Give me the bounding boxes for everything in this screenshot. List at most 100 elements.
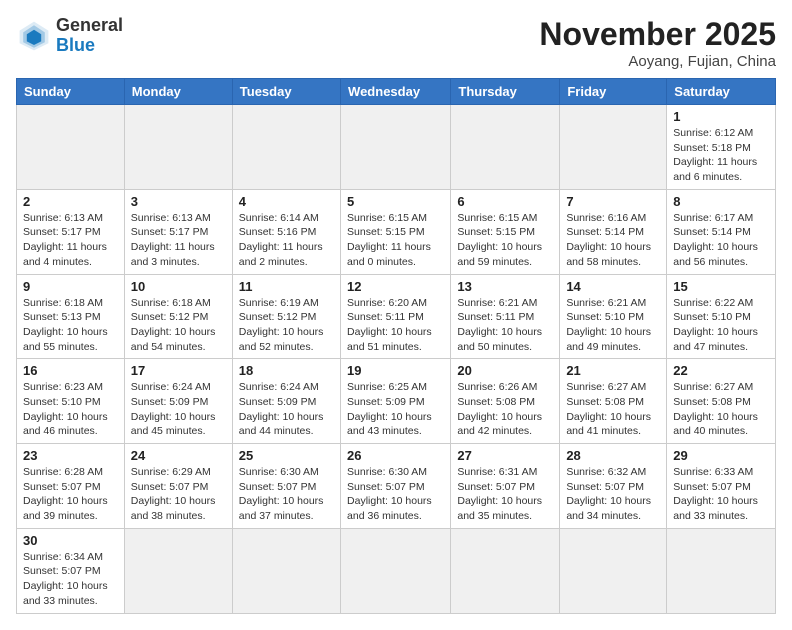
calendar-cell: 10 Sunrise: 6:18 AM Sunset: 5:12 PM Dayli… (124, 274, 232, 359)
calendar-cell: 5Sunrise: 6:15 AM Sunset: 5:15 PM Daylig… (341, 189, 451, 274)
calendar-table: SundayMondayTuesdayWednesdayThursdayFrid… (16, 78, 776, 614)
day-number: 20 (457, 363, 553, 378)
calendar-cell: 4 Sunrise: 6:14 AM Sunset: 5:16 PM Daylig… (232, 189, 340, 274)
day-number: 4 (239, 194, 334, 209)
title-block: November 2025 Aoyang, Fujian, China (539, 16, 776, 70)
calendar-cell: 19 Sunrise: 6:25 AM Sunset: 5:09 PM Dayli… (341, 359, 451, 444)
day-number: 17 (131, 363, 226, 378)
day-number: 26 (347, 448, 444, 463)
day-info: Sunrise: 6:28 AM Sunset: 5:07 PM Dayligh… (23, 465, 118, 524)
day-number: 11 (239, 279, 334, 294)
calendar-cell: 15Sunrise: 6:22 AM Sunset: 5:10 PM Dayli… (667, 274, 776, 359)
day-info: Sunrise: 6:26 AM Sunset: 5:08 PM Dayligh… (457, 380, 553, 439)
day-number: 30 (23, 533, 118, 548)
logo-text: General Blue (56, 16, 123, 56)
calendar-cell: 11 Sunrise: 6:19 AM Sunset: 5:12 PM Dayli… (232, 274, 340, 359)
calendar-cell: 17 Sunrise: 6:24 AM Sunset: 5:09 PM Dayli… (124, 359, 232, 444)
day-info: Sunrise: 6:27 AM Sunset: 5:08 PM Dayligh… (566, 380, 660, 439)
day-info: Sunrise: 6:24 AM Sunset: 5:09 PM Dayligh… (131, 380, 226, 439)
calendar-cell (232, 105, 340, 190)
day-number: 22 (673, 363, 769, 378)
month-title: November 2025 (539, 16, 776, 53)
calendar-cell (124, 105, 232, 190)
day-info: Sunrise: 6:14 AM Sunset: 5:16 PM Dayligh… (239, 211, 334, 270)
calendar-cell (341, 105, 451, 190)
day-info: Sunrise: 6:21 AM Sunset: 5:10 PM Dayligh… (566, 296, 660, 355)
day-info: Sunrise: 6:21 AM Sunset: 5:11 PM Dayligh… (457, 296, 553, 355)
day-info: Sunrise: 6:19 AM Sunset: 5:12 PM Dayligh… (239, 296, 334, 355)
day-info: Sunrise: 6:30 AM Sunset: 5:07 PM Dayligh… (239, 465, 334, 524)
day-number: 15 (673, 279, 769, 294)
day-info: Sunrise: 6:27 AM Sunset: 5:08 PM Dayligh… (673, 380, 769, 439)
calendar-cell: 27 Sunrise: 6:31 AM Sunset: 5:07 PM Dayli… (451, 444, 560, 529)
day-number: 18 (239, 363, 334, 378)
day-number: 5 (347, 194, 444, 209)
day-number: 29 (673, 448, 769, 463)
day-number: 2 (23, 194, 118, 209)
calendar-cell: 12 Sunrise: 6:20 AM Sunset: 5:11 PM Dayli… (341, 274, 451, 359)
day-info: Sunrise: 6:17 AM Sunset: 5:14 PM Dayligh… (673, 211, 769, 270)
day-info: Sunrise: 6:32 AM Sunset: 5:07 PM Dayligh… (566, 465, 660, 524)
day-number: 1 (673, 109, 769, 124)
day-info: Sunrise: 6:15 AM Sunset: 5:15 PM Dayligh… (457, 211, 553, 270)
calendar-cell (124, 528, 232, 613)
day-info: Sunrise: 6:29 AM Sunset: 5:07 PM Dayligh… (131, 465, 226, 524)
day-number: 16 (23, 363, 118, 378)
day-info: Sunrise: 6:25 AM Sunset: 5:09 PM Dayligh… (347, 380, 444, 439)
calendar-cell: 26Sunrise: 6:30 AM Sunset: 5:07 PM Dayli… (341, 444, 451, 529)
subtitle: Aoyang, Fujian, China (539, 53, 776, 70)
day-number: 21 (566, 363, 660, 378)
calendar-cell: 20 Sunrise: 6:26 AM Sunset: 5:08 PM Dayli… (451, 359, 560, 444)
day-info: Sunrise: 6:24 AM Sunset: 5:09 PM Dayligh… (239, 380, 334, 439)
day-number: 27 (457, 448, 553, 463)
calendar-cell: 3Sunrise: 6:13 AM Sunset: 5:17 PM Daylig… (124, 189, 232, 274)
day-number: 8 (673, 194, 769, 209)
calendar-cell: 18 Sunrise: 6:24 AM Sunset: 5:09 PM Dayli… (232, 359, 340, 444)
calendar-cell: 29 Sunrise: 6:33 AM Sunset: 5:07 PM Dayli… (667, 444, 776, 529)
calendar-cell (232, 528, 340, 613)
day-info: Sunrise: 6:16 AM Sunset: 5:14 PM Dayligh… (566, 211, 660, 270)
day-info: Sunrise: 6:31 AM Sunset: 5:07 PM Dayligh… (457, 465, 553, 524)
weekday-header: Thursday (451, 79, 560, 105)
logo-icon (16, 18, 52, 54)
day-number: 19 (347, 363, 444, 378)
calendar-cell: 28 Sunrise: 6:32 AM Sunset: 5:07 PM Dayli… (560, 444, 667, 529)
calendar-cell (451, 105, 560, 190)
calendar-cell: 22 Sunrise: 6:27 AM Sunset: 5:08 PM Dayli… (667, 359, 776, 444)
day-number: 12 (347, 279, 444, 294)
calendar-cell (560, 528, 667, 613)
page-header: General Blue November 2025 Aoyang, Fujia… (16, 16, 776, 70)
day-info: Sunrise: 6:33 AM Sunset: 5:07 PM Dayligh… (673, 465, 769, 524)
logo: General Blue (16, 16, 123, 56)
day-number: 23 (23, 448, 118, 463)
day-number: 7 (566, 194, 660, 209)
day-info: Sunrise: 6:20 AM Sunset: 5:11 PM Dayligh… (347, 296, 444, 355)
day-number: 6 (457, 194, 553, 209)
calendar-cell: 21 Sunrise: 6:27 AM Sunset: 5:08 PM Dayli… (560, 359, 667, 444)
day-number: 9 (23, 279, 118, 294)
day-info: Sunrise: 6:18 AM Sunset: 5:13 PM Dayligh… (23, 296, 118, 355)
calendar-cell: 7 Sunrise: 6:16 AM Sunset: 5:14 PM Daylig… (560, 189, 667, 274)
day-number: 24 (131, 448, 226, 463)
calendar-cell: 25 Sunrise: 6:30 AM Sunset: 5:07 PM Dayli… (232, 444, 340, 529)
day-number: 28 (566, 448, 660, 463)
day-number: 13 (457, 279, 553, 294)
calendar-cell: 13 Sunrise: 6:21 AM Sunset: 5:11 PM Dayli… (451, 274, 560, 359)
calendar-cell (560, 105, 667, 190)
weekday-header: Friday (560, 79, 667, 105)
day-number: 10 (131, 279, 226, 294)
day-info: Sunrise: 6:13 AM Sunset: 5:17 PM Dayligh… (23, 211, 118, 270)
weekday-header: Saturday (667, 79, 776, 105)
day-number: 14 (566, 279, 660, 294)
day-number: 25 (239, 448, 334, 463)
calendar-cell: 8 Sunrise: 6:17 AM Sunset: 5:14 PM Daylig… (667, 189, 776, 274)
calendar-cell (17, 105, 125, 190)
day-info: Sunrise: 6:12 AM Sunset: 5:18 PM Dayligh… (673, 126, 769, 185)
calendar-cell (667, 528, 776, 613)
day-info: Sunrise: 6:34 AM Sunset: 5:07 PM Dayligh… (23, 550, 118, 609)
day-info: Sunrise: 6:18 AM Sunset: 5:12 PM Dayligh… (131, 296, 226, 355)
day-info: Sunrise: 6:13 AM Sunset: 5:17 PM Dayligh… (131, 211, 226, 270)
calendar-cell: 24 Sunrise: 6:29 AM Sunset: 5:07 PM Dayli… (124, 444, 232, 529)
weekday-header: Wednesday (341, 79, 451, 105)
calendar-cell: 6 Sunrise: 6:15 AM Sunset: 5:15 PM Daylig… (451, 189, 560, 274)
